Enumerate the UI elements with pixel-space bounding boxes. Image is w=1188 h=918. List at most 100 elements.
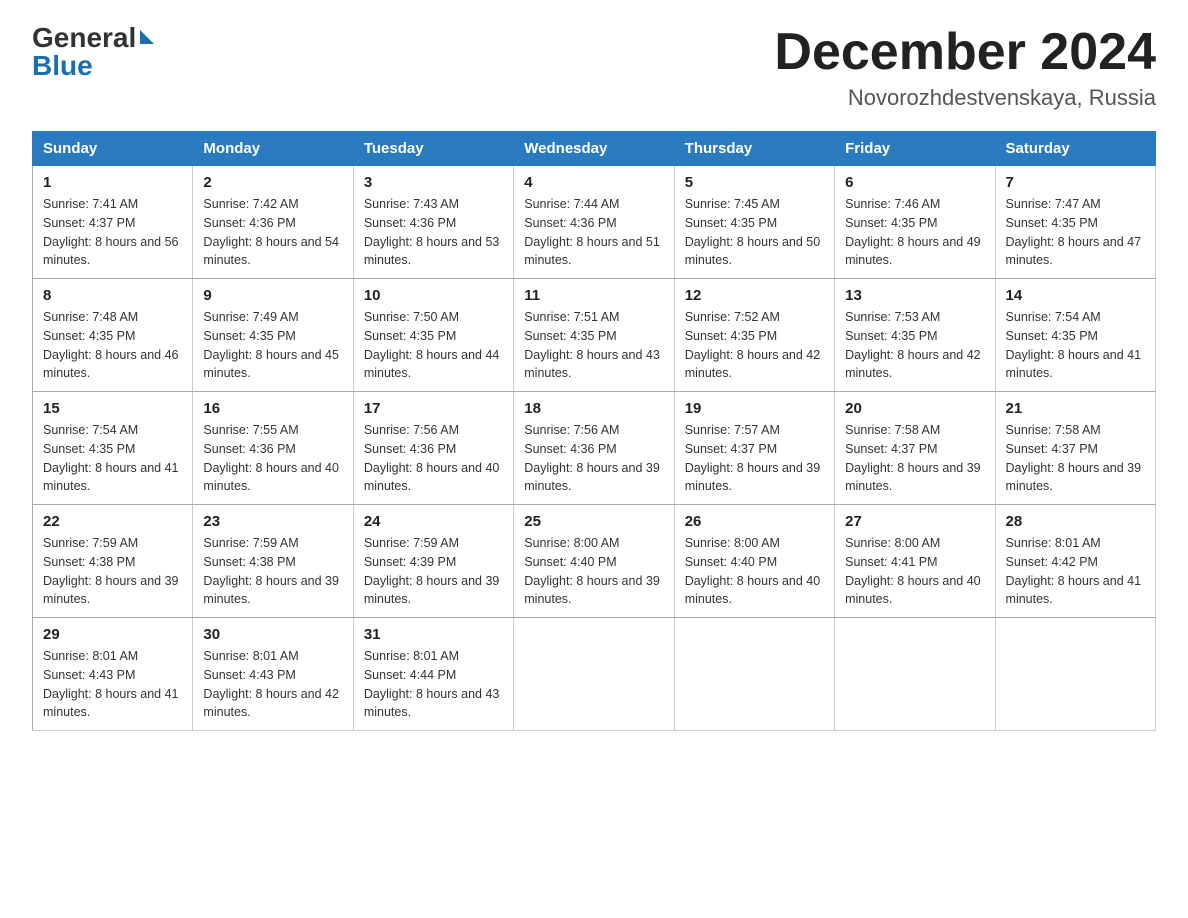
calendar-header-saturday: Saturday: [995, 132, 1155, 166]
calendar-header-sunday: Sunday: [33, 132, 193, 166]
calendar-cell: 11 Sunrise: 7:51 AMSunset: 4:35 PMDaylig…: [514, 279, 674, 392]
day-number: 21: [1006, 400, 1145, 417]
calendar-cell: 20 Sunrise: 7:58 AMSunset: 4:37 PMDaylig…: [835, 392, 995, 505]
day-info: Sunrise: 7:58 AMSunset: 4:37 PMDaylight:…: [845, 421, 984, 496]
calendar-cell: [514, 618, 674, 731]
calendar-cell: 27 Sunrise: 8:00 AMSunset: 4:41 PMDaylig…: [835, 505, 995, 618]
calendar-cell: 7 Sunrise: 7:47 AMSunset: 4:35 PMDayligh…: [995, 166, 1155, 279]
calendar-cell: 13 Sunrise: 7:53 AMSunset: 4:35 PMDaylig…: [835, 279, 995, 392]
day-info: Sunrise: 7:46 AMSunset: 4:35 PMDaylight:…: [845, 195, 984, 270]
calendar-cell: 25 Sunrise: 8:00 AMSunset: 4:40 PMDaylig…: [514, 505, 674, 618]
day-number: 22: [43, 513, 182, 530]
calendar-week-row: 1 Sunrise: 7:41 AMSunset: 4:37 PMDayligh…: [33, 166, 1156, 279]
calendar-cell: 18 Sunrise: 7:56 AMSunset: 4:36 PMDaylig…: [514, 392, 674, 505]
calendar-cell: 17 Sunrise: 7:56 AMSunset: 4:36 PMDaylig…: [353, 392, 513, 505]
day-info: Sunrise: 8:00 AMSunset: 4:41 PMDaylight:…: [845, 534, 984, 609]
calendar-cell: 9 Sunrise: 7:49 AMSunset: 4:35 PMDayligh…: [193, 279, 353, 392]
day-info: Sunrise: 8:01 AMSunset: 4:42 PMDaylight:…: [1006, 534, 1145, 609]
day-info: Sunrise: 8:00 AMSunset: 4:40 PMDaylight:…: [685, 534, 824, 609]
day-number: 1: [43, 174, 182, 191]
day-info: Sunrise: 7:56 AMSunset: 4:36 PMDaylight:…: [524, 421, 663, 496]
calendar-cell: 21 Sunrise: 7:58 AMSunset: 4:37 PMDaylig…: [995, 392, 1155, 505]
day-info: Sunrise: 7:57 AMSunset: 4:37 PMDaylight:…: [685, 421, 824, 496]
day-info: Sunrise: 7:44 AMSunset: 4:36 PMDaylight:…: [524, 195, 663, 270]
day-number: 11: [524, 287, 663, 304]
calendar-cell: 19 Sunrise: 7:57 AMSunset: 4:37 PMDaylig…: [674, 392, 834, 505]
day-number: 16: [203, 400, 342, 417]
logo-triangle-icon: [140, 30, 154, 44]
calendar-week-row: 8 Sunrise: 7:48 AMSunset: 4:35 PMDayligh…: [33, 279, 1156, 392]
calendar-week-row: 22 Sunrise: 7:59 AMSunset: 4:38 PMDaylig…: [33, 505, 1156, 618]
calendar-cell: 23 Sunrise: 7:59 AMSunset: 4:38 PMDaylig…: [193, 505, 353, 618]
day-number: 14: [1006, 287, 1145, 304]
day-info: Sunrise: 7:53 AMSunset: 4:35 PMDaylight:…: [845, 308, 984, 383]
day-number: 3: [364, 174, 503, 191]
calendar-cell: 3 Sunrise: 7:43 AMSunset: 4:36 PMDayligh…: [353, 166, 513, 279]
day-info: Sunrise: 7:42 AMSunset: 4:36 PMDaylight:…: [203, 195, 342, 270]
day-info: Sunrise: 8:01 AMSunset: 4:43 PMDaylight:…: [203, 647, 342, 722]
day-number: 8: [43, 287, 182, 304]
day-info: Sunrise: 7:54 AMSunset: 4:35 PMDaylight:…: [43, 421, 182, 496]
calendar-cell: 8 Sunrise: 7:48 AMSunset: 4:35 PMDayligh…: [33, 279, 193, 392]
day-info: Sunrise: 7:47 AMSunset: 4:35 PMDaylight:…: [1006, 195, 1145, 270]
page-header: General Blue December 2024 Novorozhdestv…: [32, 24, 1156, 111]
calendar-cell: 31 Sunrise: 8:01 AMSunset: 4:44 PMDaylig…: [353, 618, 513, 731]
day-number: 12: [685, 287, 824, 304]
calendar-header-row: SundayMondayTuesdayWednesdayThursdayFrid…: [33, 132, 1156, 166]
calendar-header-monday: Monday: [193, 132, 353, 166]
day-number: 10: [364, 287, 503, 304]
day-info: Sunrise: 7:59 AMSunset: 4:39 PMDaylight:…: [364, 534, 503, 609]
calendar-cell: [995, 618, 1155, 731]
day-number: 25: [524, 513, 663, 530]
day-info: Sunrise: 8:00 AMSunset: 4:40 PMDaylight:…: [524, 534, 663, 609]
calendar-cell: 30 Sunrise: 8:01 AMSunset: 4:43 PMDaylig…: [193, 618, 353, 731]
day-number: 24: [364, 513, 503, 530]
day-info: Sunrise: 7:50 AMSunset: 4:35 PMDaylight:…: [364, 308, 503, 383]
day-info: Sunrise: 7:51 AMSunset: 4:35 PMDaylight:…: [524, 308, 663, 383]
calendar-week-row: 29 Sunrise: 8:01 AMSunset: 4:43 PMDaylig…: [33, 618, 1156, 731]
day-info: Sunrise: 7:59 AMSunset: 4:38 PMDaylight:…: [203, 534, 342, 609]
calendar-cell: 22 Sunrise: 7:59 AMSunset: 4:38 PMDaylig…: [33, 505, 193, 618]
day-info: Sunrise: 7:52 AMSunset: 4:35 PMDaylight:…: [685, 308, 824, 383]
day-number: 15: [43, 400, 182, 417]
month-title: December 2024: [774, 24, 1156, 81]
calendar-header-friday: Friday: [835, 132, 995, 166]
day-number: 29: [43, 626, 182, 643]
day-info: Sunrise: 7:48 AMSunset: 4:35 PMDaylight:…: [43, 308, 182, 383]
calendar-cell: 4 Sunrise: 7:44 AMSunset: 4:36 PMDayligh…: [514, 166, 674, 279]
day-number: 27: [845, 513, 984, 530]
day-number: 28: [1006, 513, 1145, 530]
calendar-cell: 24 Sunrise: 7:59 AMSunset: 4:39 PMDaylig…: [353, 505, 513, 618]
day-info: Sunrise: 7:59 AMSunset: 4:38 PMDaylight:…: [43, 534, 182, 609]
day-number: 13: [845, 287, 984, 304]
calendar-cell: 28 Sunrise: 8:01 AMSunset: 4:42 PMDaylig…: [995, 505, 1155, 618]
calendar-header-thursday: Thursday: [674, 132, 834, 166]
day-info: Sunrise: 7:58 AMSunset: 4:37 PMDaylight:…: [1006, 421, 1145, 496]
day-number: 2: [203, 174, 342, 191]
calendar-header-wednesday: Wednesday: [514, 132, 674, 166]
calendar-cell: [674, 618, 834, 731]
day-info: Sunrise: 7:41 AMSunset: 4:37 PMDaylight:…: [43, 195, 182, 270]
day-info: Sunrise: 8:01 AMSunset: 4:43 PMDaylight:…: [43, 647, 182, 722]
day-number: 5: [685, 174, 824, 191]
calendar-cell: 2 Sunrise: 7:42 AMSunset: 4:36 PMDayligh…: [193, 166, 353, 279]
day-info: Sunrise: 7:49 AMSunset: 4:35 PMDaylight:…: [203, 308, 342, 383]
day-number: 19: [685, 400, 824, 417]
calendar-cell: 29 Sunrise: 8:01 AMSunset: 4:43 PMDaylig…: [33, 618, 193, 731]
calendar-week-row: 15 Sunrise: 7:54 AMSunset: 4:35 PMDaylig…: [33, 392, 1156, 505]
day-number: 7: [1006, 174, 1145, 191]
logo-blue-text: Blue: [32, 52, 93, 80]
day-info: Sunrise: 7:45 AMSunset: 4:35 PMDaylight:…: [685, 195, 824, 270]
day-number: 30: [203, 626, 342, 643]
day-number: 26: [685, 513, 824, 530]
day-number: 31: [364, 626, 503, 643]
calendar-cell: [835, 618, 995, 731]
title-block: December 2024 Novorozhdestvenskaya, Russ…: [774, 24, 1156, 111]
calendar-cell: 26 Sunrise: 8:00 AMSunset: 4:40 PMDaylig…: [674, 505, 834, 618]
day-number: 4: [524, 174, 663, 191]
day-number: 9: [203, 287, 342, 304]
day-number: 20: [845, 400, 984, 417]
logo-general-text: General: [32, 24, 136, 52]
calendar-cell: 5 Sunrise: 7:45 AMSunset: 4:35 PMDayligh…: [674, 166, 834, 279]
calendar-cell: 1 Sunrise: 7:41 AMSunset: 4:37 PMDayligh…: [33, 166, 193, 279]
